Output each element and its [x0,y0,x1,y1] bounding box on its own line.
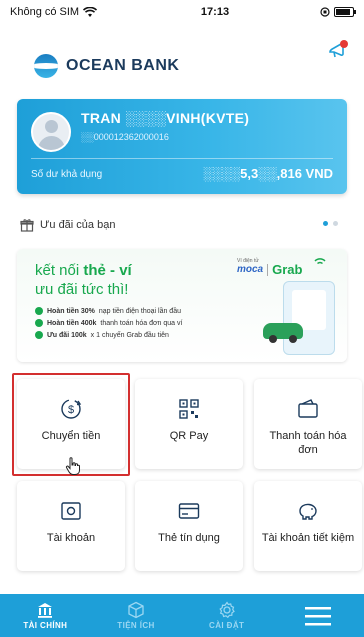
hamburger-menu-icon [305,606,332,625]
tile-label: Chuyển tiền [41,430,101,442]
account-card[interactable]: TRAN ░░░░VINH(KVTE) ░░000012362000016 Số… [17,99,347,194]
box-icon [128,601,144,619]
notification-icon[interactable] [326,38,350,62]
piggy-bank-icon [299,503,317,520]
promo-headline-bold: thẻ - ví [83,262,132,279]
brand-name: OCEAN BANK [66,57,180,74]
wallet-icon [298,399,318,418]
status-time: 17:13 [200,6,230,18]
brand-logo: OCEAN BANK [34,54,179,78]
promo-list: Hoàn tiền 30% nạp tiền điện thoại lần đầ… [35,307,182,339]
promo-item: Hoàn tiền 400k thanh toán hóa đơn qua ví [35,319,182,327]
promo-item-text: nạp tiền điện thoại lần đầu [98,307,181,315]
tab-label: TIỆN ÍCH [117,621,155,630]
carousel-dot-2[interactable] [333,221,338,226]
bank-icon [38,603,53,618]
status-left: Không có SIM [10,6,150,18]
bottom-tab-bar: TÀI CHÍNH TIỆN ÍCH CÀI ĐẶT [0,594,364,637]
offers-header: Ưu đãi của bạn [20,216,344,234]
tab-label: TÀI CHÍNH [23,621,68,630]
tile-label: Tài khoản tiết kiệm [261,532,355,544]
promo-item-bold: Hoàn tiền 400k [47,319,97,327]
phone-illustration [283,281,335,355]
battery-icon [334,7,356,17]
tile-account[interactable]: Tài khoản [17,481,125,571]
balance-label: Số dư khả dụng [31,169,103,180]
promo-subheadline: ưu đãi tức thì! [35,281,129,298]
avatar [31,112,71,152]
wifi-icon [83,6,98,17]
tab-settings[interactable]: CÀI ĐẶT [181,594,272,637]
offers-label: Ưu đãi của bạn [40,219,116,231]
tile-label: Tài khoản [46,532,96,544]
balance-value: ░░░░5,3░░,816 VND [203,166,333,181]
check-icon [35,331,43,339]
promo-headline-prefix: kết nối [35,262,84,279]
moca-logo: moca [237,264,264,275]
promo-headline: kết nối thẻ - ví [35,262,132,279]
tile-savings-account[interactable]: Tài khoản tiết kiệm [254,481,362,571]
promo-banner[interactable]: kết nối thẻ - ví ưu đãi tức thì! Hoàn ti… [17,249,347,362]
promo-item: Ưu đãi 100k x 1 chuyến Grab đầu tiên [35,331,182,339]
promo-item-text: thanh toán hóa đơn qua ví [100,319,183,327]
carrier-label: Không có SIM [10,6,80,18]
tile-label: QR Pay [169,430,209,442]
menu-button[interactable] [272,594,364,637]
grab-logo: Grab [272,262,303,277]
car-illustration [263,323,303,343]
tab-finance[interactable]: TÀI CHÍNH [0,594,91,637]
account-card-icon [61,502,81,520]
app-header: OCEAN BANK [0,24,364,94]
tab-label: CÀI ĐẶT [209,621,245,630]
tile-credit-card[interactable]: Thẻ tín dụng [135,481,243,571]
money-transfer-icon: $ [61,399,82,419]
tab-utilities[interactable]: TIỆN ÍCH [91,594,182,637]
carousel-dot-1[interactable] [323,221,328,226]
account-number: ░░000012362000016 [81,132,169,142]
partner-caption: Ví điện tử [237,258,259,264]
svg-text:$: $ [68,404,74,416]
account-holder-name: TRAN ░░░░VINH(KVTE) [81,110,250,126]
qr-code-icon [179,399,199,419]
status-bar: Không có SIM 17:13 [0,0,364,24]
promo-item-bold: Hoàn tiền 30% [47,307,95,315]
partner-logos: Ví điện tử moca Grab [237,258,303,277]
status-right [320,7,356,17]
tile-label: Thanh toán hóa đơn [269,430,347,456]
tile-transfer[interactable]: $ Chuyển tiền [17,379,125,469]
tile-bill-payment[interactable]: Thanh toán hóa đơn [254,379,362,469]
partner-separator [267,263,269,276]
tile-qr-pay[interactable]: QR Pay [135,379,243,469]
gift-icon [20,219,34,232]
tile-label: Thẻ tín dụng [158,532,220,544]
carousel-dots[interactable] [323,221,338,226]
gear-icon [219,601,235,619]
credit-card-icon [178,503,200,519]
promo-item-bold: Ưu đãi 100k [47,331,87,339]
hand-cursor-icon [65,457,80,475]
promo-item: Hoàn tiền 30% nạp tiền điện thoại lần đầ… [35,307,182,315]
card-divider [31,158,333,159]
signal-icon [314,258,326,265]
check-icon [35,319,43,327]
ocean-bank-logo-icon [34,54,58,78]
check-icon [35,307,43,315]
promo-item-text: x 1 chuyến Grab đầu tiên [90,331,169,339]
orientation-lock-icon [320,7,330,17]
